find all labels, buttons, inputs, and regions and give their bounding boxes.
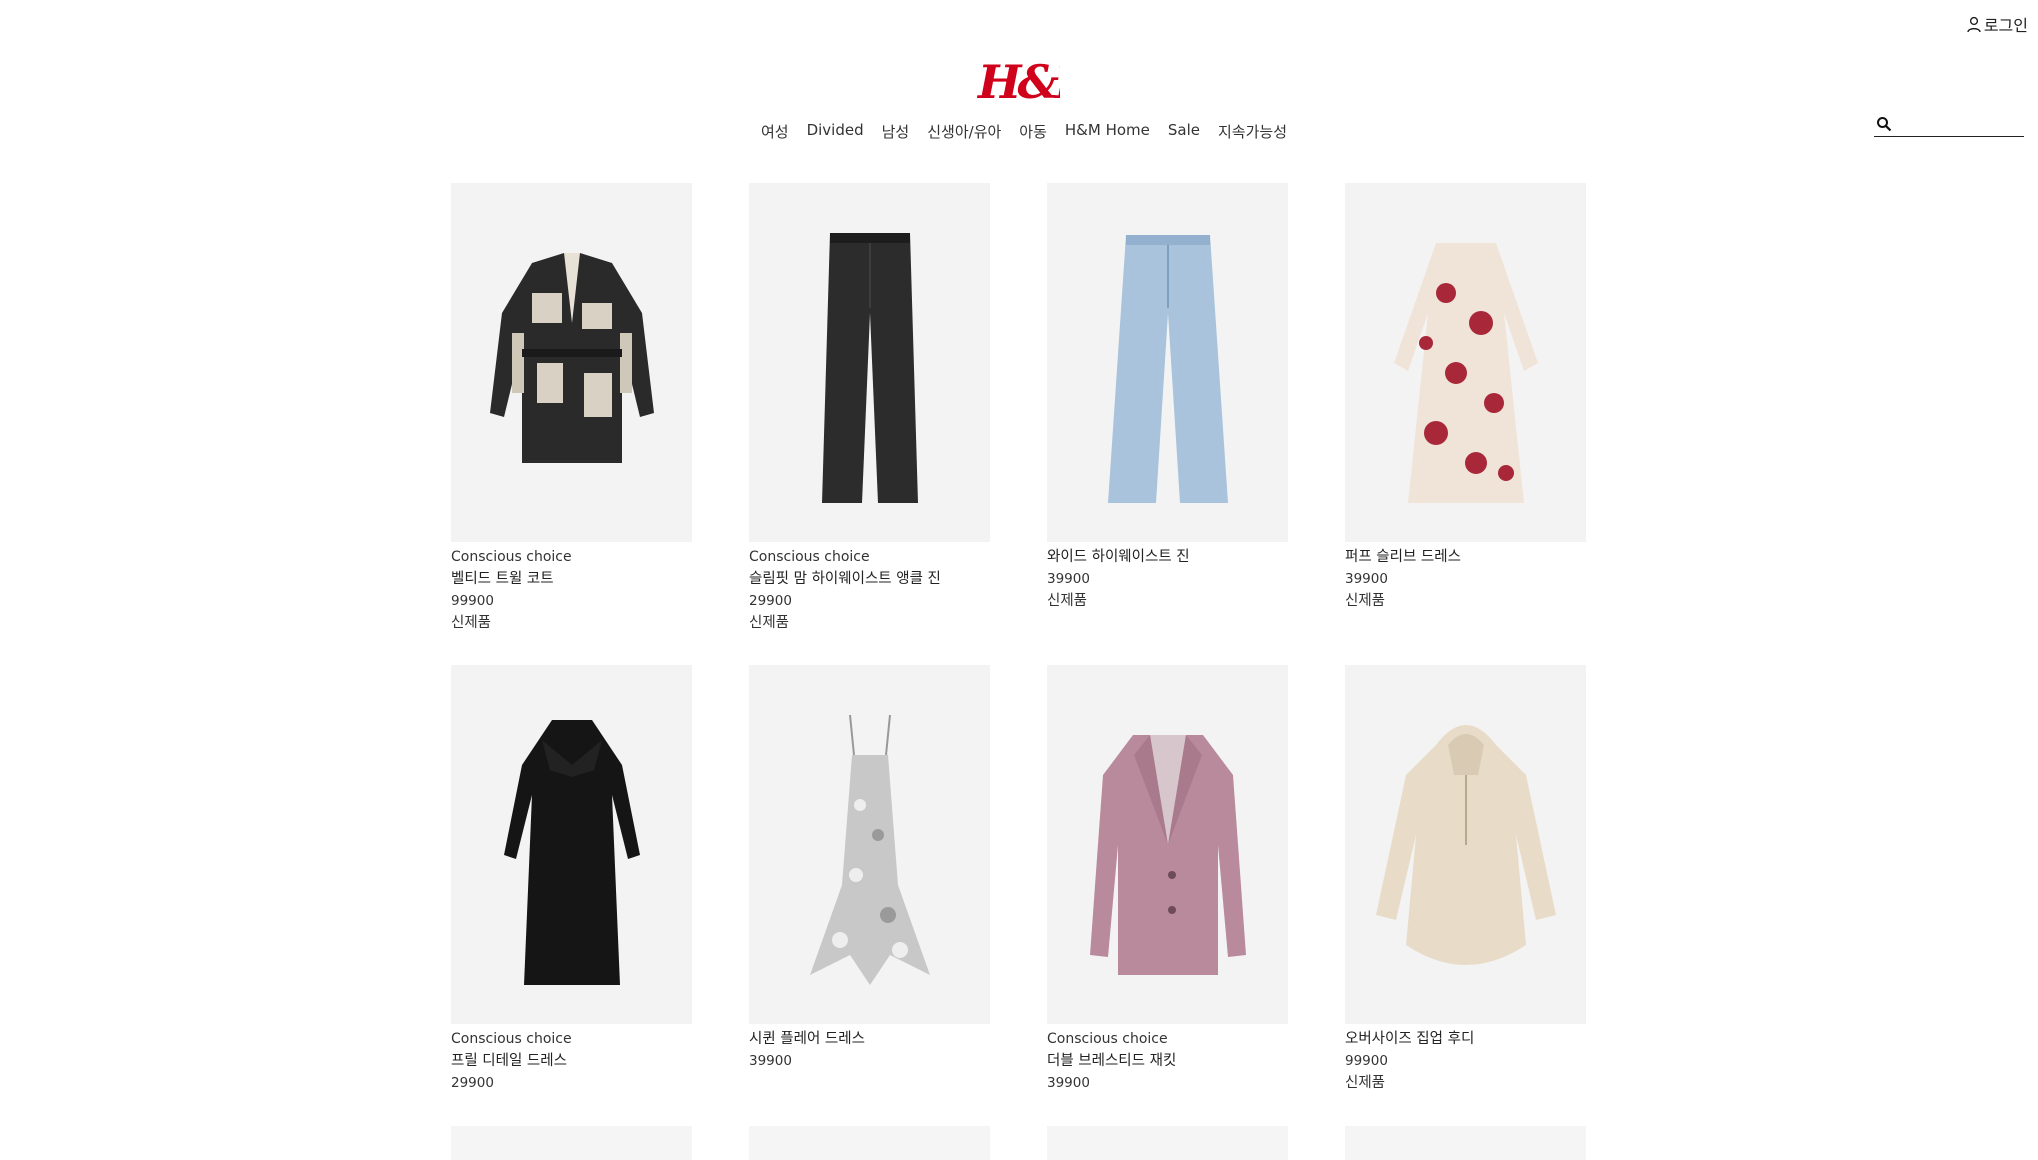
product-info: Conscious choice 프릴 디테일 드레스 29900 [451, 1024, 692, 1094]
product-badge: 신제품 [749, 615, 790, 631]
patterned-jacket-image [489, 252, 654, 463]
product-price: 29900 [451, 1075, 494, 1091]
hm-logo-mark: H&M [976, 55, 1112, 109]
product-tag: Conscious choice [451, 549, 572, 565]
product-tag: Conscious choice [451, 1031, 572, 1047]
product-info: 와이드 하이웨이스트 진 39900 신제품 [1047, 542, 1288, 612]
nav-item-sale[interactable]: Sale [1168, 121, 1200, 142]
nav-item-kids[interactable]: 아동 [1019, 121, 1047, 142]
product-tag: Conscious choice [1047, 1031, 1168, 1047]
nav-item-men[interactable]: 남성 [882, 121, 910, 142]
light-blue-jeans-image [1107, 234, 1228, 503]
sequin-dress-image [809, 714, 930, 985]
product-info: Conscious choice 벨티드 트윌 코트 99900 신제품 [451, 542, 692, 634]
product-card[interactable]: Conscious choice 벨티드 트윌 코트 99900 신제품 [451, 183, 692, 665]
product-price: 39900 [749, 1053, 792, 1069]
nav-item-baby[interactable]: 신생아/유아 [927, 121, 1001, 142]
user-icon [1967, 16, 1981, 32]
product-price: 99900 [451, 593, 494, 609]
product-tag: Conscious choice [749, 549, 870, 565]
product-grid: Conscious choice 벨티드 트윌 코트 99900 신제품 Con… [451, 183, 1586, 1147]
product-price: 29900 [749, 593, 792, 609]
product-image-partial[interactable] [749, 1126, 990, 1160]
product-name[interactable]: 퍼프 슬리브 드레스 [1345, 546, 1586, 568]
product-image[interactable] [1047, 665, 1288, 1024]
product-image-partial[interactable] [1345, 1126, 1586, 1160]
product-card[interactable]: Conscious choice 더블 브레스티드 재킷 39900 [1047, 665, 1288, 1147]
product-image[interactable] [451, 183, 692, 542]
black-jeans-image [821, 232, 918, 503]
product-name[interactable]: 더블 브레스티드 재킷 [1047, 1050, 1288, 1072]
product-card[interactable]: Conscious choice 슬림핏 맘 하이웨이스트 앵클 진 29900… [749, 183, 990, 665]
product-card[interactable]: 퍼프 슬리브 드레스 39900 신제품 [1345, 183, 1586, 665]
product-info: 퍼프 슬리브 드레스 39900 신제품 [1345, 542, 1586, 612]
product-image[interactable] [1345, 183, 1586, 542]
product-price: 39900 [1047, 1075, 1090, 1091]
nav-item-women[interactable]: 여성 [761, 121, 789, 142]
product-name[interactable]: 시퀸 플레어 드레스 [749, 1028, 990, 1050]
product-name[interactable]: 와이드 하이웨이스트 진 [1047, 546, 1288, 568]
search-input[interactable] [1898, 112, 2024, 135]
product-badge: 신제품 [451, 615, 492, 631]
product-price: 99900 [1345, 1053, 1388, 1069]
nav-item-sustainability[interactable]: 지속가능성 [1218, 121, 1287, 142]
product-info: Conscious choice 슬림핏 맘 하이웨이스트 앵클 진 29900… [749, 542, 990, 634]
search-box [1874, 111, 2024, 137]
product-badge: 신제품 [1345, 1075, 1386, 1091]
pink-blazer-image [1089, 734, 1246, 975]
product-card[interactable]: 오버사이즈 집업 후디 99900 신제품 [1345, 665, 1586, 1147]
product-name[interactable]: 벨티드 트윌 코트 [451, 568, 692, 590]
nav-item-divided[interactable]: Divided [807, 121, 864, 142]
product-info: 시퀸 플레어 드레스 39900 [749, 1024, 990, 1072]
main-nav: 여성 Divided 남성 신생아/유아 아동 H&M Home Sale 지속… [0, 121, 2038, 142]
product-card[interactable]: 와이드 하이웨이스트 진 39900 신제품 [1047, 183, 1288, 665]
login-label: 로그인 [1983, 16, 2028, 35]
hm-logo[interactable]: H&M [976, 50, 1112, 110]
product-image-partial[interactable] [451, 1126, 692, 1160]
login-link[interactable]: 로그인 [1966, 12, 2028, 36]
product-name[interactable]: 슬림핏 맘 하이웨이스트 앵클 진 [749, 568, 990, 590]
product-price: 39900 [1345, 571, 1388, 587]
product-card[interactable]: Conscious choice 프릴 디테일 드레스 29900 [451, 665, 692, 1147]
beige-hoodie-image [1375, 724, 1556, 965]
product-info: 오버사이즈 집업 후디 99900 신제품 [1345, 1024, 1586, 1094]
product-price: 39900 [1047, 571, 1090, 587]
product-image[interactable] [749, 665, 990, 1024]
product-info: Conscious choice 더블 브레스티드 재킷 39900 [1047, 1024, 1288, 1094]
page: 로그인 H&M 여성 Divided 남성 신생아/유아 아동 H&M Home… [0, 0, 2038, 1160]
product-name[interactable]: 프릴 디테일 드레스 [451, 1050, 692, 1072]
floral-dress-image [1393, 242, 1538, 503]
product-badge: 신제품 [1345, 593, 1386, 609]
product-card[interactable]: 시퀸 플레어 드레스 39900 [749, 665, 990, 1147]
product-badge: 신제품 [1047, 593, 1088, 609]
product-grid-next-row [451, 1126, 1586, 1160]
product-image-partial[interactable] [1047, 1126, 1288, 1160]
search-icon[interactable] [1876, 116, 1892, 132]
product-name[interactable]: 오버사이즈 집업 후디 [1345, 1028, 1586, 1050]
nav-item-home[interactable]: H&M Home [1065, 121, 1150, 142]
product-image[interactable] [1047, 183, 1288, 542]
product-image[interactable] [749, 183, 990, 542]
product-image[interactable] [451, 665, 692, 1024]
product-image[interactable] [1345, 665, 1586, 1024]
black-dress-image [503, 719, 640, 985]
svg-text:H&M: H&M [976, 55, 1060, 109]
